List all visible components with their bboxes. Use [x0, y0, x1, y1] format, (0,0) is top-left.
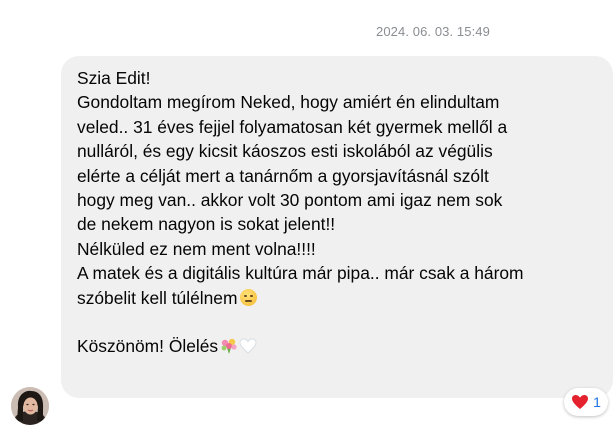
sender-avatar[interactable] [11, 387, 49, 425]
message-line: hogy meg van.. akkor volt 30 pontom ami … [77, 189, 503, 210]
message-line: Nélküled ez nem ment volna!!!! [77, 238, 316, 259]
message-line: Gondoltam megírom Neked, hogy amiért én … [77, 92, 500, 113]
message-line: veled.. 31 éves fejjel folyamatosan két … [77, 116, 508, 137]
bouquet-icon [221, 339, 237, 355]
message-bubble[interactable]: Szia Edit! Gondoltam megírom Neked, hogy… [61, 56, 613, 398]
message-line: Szia Edit! [77, 68, 151, 88]
white-heart-icon [239, 338, 257, 354]
message-line: elérte a célját mert a tanárnőm a gyorsj… [77, 165, 489, 186]
closing-text: Köszönöm! Ölelés [77, 336, 219, 357]
heart-icon [572, 395, 589, 409]
message-timestamp: 2024. 06. 03. 15:49 [376, 24, 490, 39]
messenger-conversation: 2024. 06. 03. 15:49 Szia Edit! Gondoltam… [0, 0, 613, 434]
message-line-with-emoji: szóbelit kell túlélnem [77, 286, 601, 310]
message-line: szóbelit kell túlélnem [77, 287, 238, 308]
message-line: nulláról, és egy kicsit káoszos esti isk… [77, 141, 493, 162]
face-with-rolling-eyes-icon [240, 288, 258, 306]
reaction-badge[interactable]: 1 [564, 388, 608, 416]
message-line: de nekem nagyon is sokat jelent!! [77, 214, 336, 235]
message-line: A matek és a digitális kultúra már pipa.… [77, 263, 524, 284]
reaction-count: 1 [593, 394, 601, 410]
avatar-photo [11, 387, 49, 425]
closing-line: Köszönöm! Ölelés [77, 334, 601, 358]
